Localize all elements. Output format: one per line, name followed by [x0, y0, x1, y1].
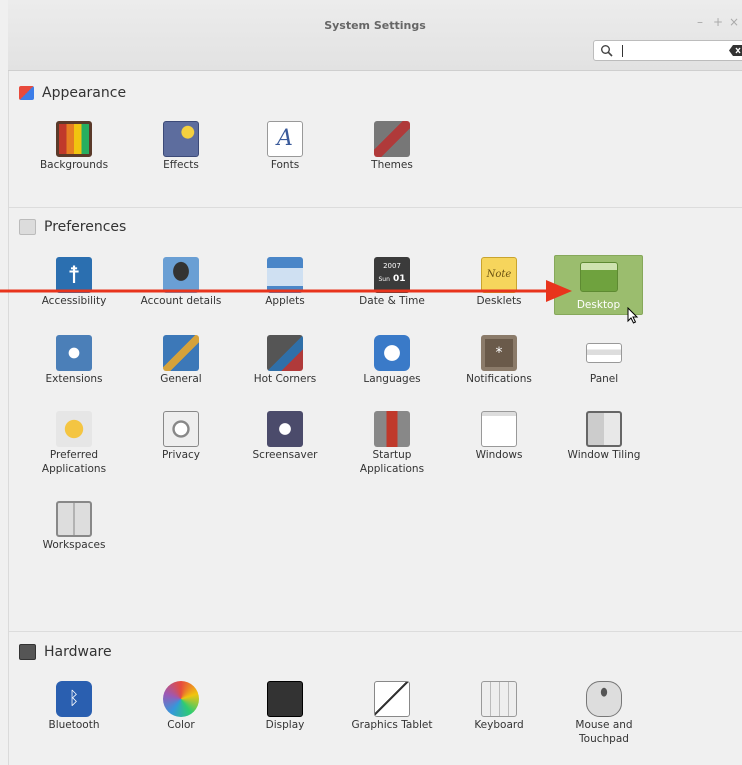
graphics-tablet-icon — [374, 681, 410, 717]
settings-content: Appearance Backgrounds Effects A Fonts T… — [8, 71, 742, 765]
maximize-button[interactable]: + — [713, 15, 723, 29]
settings-item-bluetooth[interactable]: ᛒ Bluetooth — [24, 671, 124, 747]
hardware-title: Hardware — [44, 644, 112, 660]
settings-item-preferred-applications[interactable]: Preferred Applications — [24, 401, 124, 477]
close-button[interactable]: × — [729, 15, 739, 29]
general-icon — [163, 335, 199, 371]
item-label: Graphics Tablet — [351, 719, 433, 731]
item-label: Bluetooth — [48, 719, 100, 731]
item-label: Display — [265, 719, 305, 731]
calendar-year: 2007 — [383, 262, 401, 270]
preferred-applications-icon — [56, 411, 92, 447]
item-label: Fonts — [270, 159, 300, 171]
settings-item-graphics-tablet[interactable]: Graphics Tablet — [342, 671, 442, 747]
item-label: Screensaver — [252, 449, 318, 461]
backgrounds-icon — [56, 121, 92, 157]
appearance-icon — [19, 86, 34, 100]
desktop-icon — [580, 262, 618, 292]
search-icon — [601, 45, 613, 57]
preferences-header: Preferences — [19, 217, 126, 237]
appearance-header: Appearance — [19, 83, 126, 103]
extensions-icon — [56, 335, 92, 371]
startup-applications-icon — [374, 411, 410, 447]
settings-item-backgrounds[interactable]: Backgrounds — [24, 111, 124, 187]
section-divider — [9, 631, 742, 632]
settings-item-window-tiling[interactable]: Window Tiling — [554, 401, 654, 477]
windows-icon — [481, 411, 517, 447]
item-label: Languages — [363, 373, 421, 385]
item-label: Privacy — [161, 449, 201, 461]
item-label: Color — [167, 719, 195, 731]
settings-item-keyboard[interactable]: Keyboard — [449, 671, 549, 747]
settings-item-display[interactable]: Display — [235, 671, 335, 747]
settings-item-fonts[interactable]: A Fonts — [235, 111, 335, 187]
settings-item-general[interactable]: General — [131, 325, 231, 401]
hardware-icon — [19, 644, 36, 660]
text-caret — [622, 45, 623, 57]
item-label: Extensions — [45, 373, 103, 385]
settings-item-effects[interactable]: Effects — [131, 111, 231, 187]
item-label: Windows — [475, 449, 523, 461]
preferences-title: Preferences — [44, 219, 127, 235]
hot-corners-icon — [267, 335, 303, 371]
mouse-pointer-icon — [627, 307, 639, 324]
hardware-header: Hardware — [19, 642, 112, 662]
item-label: Keyboard — [474, 719, 524, 731]
item-label: General — [160, 373, 202, 385]
privacy-icon — [163, 411, 199, 447]
settings-item-extensions[interactable]: Extensions — [24, 325, 124, 401]
item-label: Notifications — [466, 373, 532, 385]
appearance-title: Appearance — [42, 85, 127, 101]
settings-item-panel[interactable]: Panel — [554, 325, 654, 401]
workspaces-icon — [56, 501, 92, 537]
minimize-button[interactable]: – — [697, 15, 703, 29]
settings-item-themes[interactable]: Themes — [342, 111, 442, 187]
window-tiling-icon — [586, 411, 622, 447]
settings-item-privacy[interactable]: Privacy — [131, 401, 231, 477]
notifications-icon: * — [481, 335, 517, 371]
settings-item-notifications[interactable]: * Notifications — [449, 325, 549, 401]
window-title: System Settings — [324, 19, 426, 32]
themes-icon — [374, 121, 410, 157]
settings-item-hot-corners[interactable]: Hot Corners — [235, 325, 335, 401]
effects-icon — [163, 121, 199, 157]
settings-item-color[interactable]: Color — [131, 671, 231, 747]
keyboard-icon — [481, 681, 517, 717]
item-label: Hot Corners — [253, 373, 317, 385]
item-label: Window Tiling — [567, 449, 641, 461]
settings-item-screensaver[interactable]: Screensaver — [235, 401, 335, 477]
item-label: Mouse and Touchpad — [575, 719, 633, 745]
display-icon — [267, 681, 303, 717]
item-label: Themes — [371, 159, 413, 171]
panel-icon — [586, 343, 622, 363]
settings-item-languages[interactable]: Languages — [342, 325, 442, 401]
languages-icon — [374, 335, 410, 371]
preferences-icon — [19, 219, 36, 235]
annotation-arrow — [0, 280, 572, 302]
screensaver-icon — [267, 411, 303, 447]
window-titlebar[interactable]: System Settings – + × — [8, 0, 742, 71]
item-label: Backgrounds — [39, 159, 109, 171]
settings-item-startup-applications[interactable]: Startup Applications — [342, 401, 442, 477]
bluetooth-icon: ᛒ — [56, 681, 92, 717]
clear-search-icon[interactable] — [729, 45, 742, 56]
item-label: Panel — [589, 373, 619, 385]
mouse-icon — [586, 681, 622, 717]
settings-item-windows[interactable]: Windows — [449, 401, 549, 477]
settings-item-workspaces[interactable]: Workspaces — [24, 491, 124, 567]
section-divider — [9, 207, 742, 208]
search-input[interactable] — [593, 40, 742, 61]
item-label: Effects — [163, 159, 199, 171]
fonts-icon: A — [267, 121, 303, 157]
item-label: Preferred Applications — [41, 449, 107, 475]
item-label: Startup Applications — [359, 449, 425, 475]
settings-item-mouse-and-touchpad[interactable]: Mouse and Touchpad — [554, 671, 654, 747]
item-label: Workspaces — [42, 539, 106, 551]
color-icon — [163, 681, 199, 717]
